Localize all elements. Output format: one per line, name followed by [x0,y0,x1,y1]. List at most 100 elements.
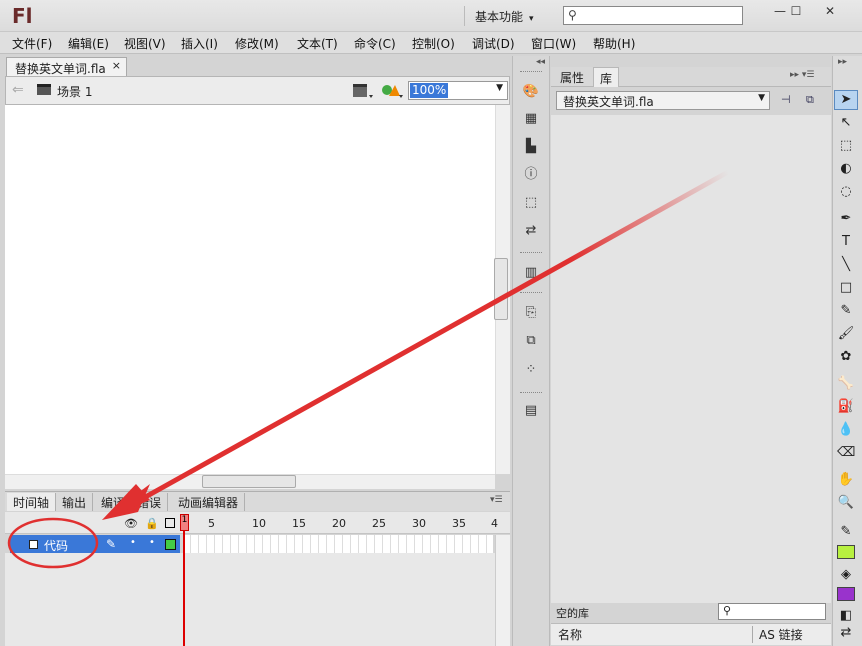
3d-rotation-tool-icon[interactable]: ◐ [837,160,855,178]
collapse-icon[interactable]: ▸▸ [838,57,847,67]
document-tab[interactable]: 替换英文单词.fla × [6,57,127,76]
frame-number: 25 [372,517,386,530]
components-panel-icon[interactable]: ⧉ [522,332,540,350]
column-linkage[interactable]: AS 链接 [752,626,803,643]
transform-panel-icon[interactable]: ⬚ [522,194,540,212]
stroke-color-icon: ✎ [840,524,852,539]
collapse-icon[interactable]: ◂◂ [536,57,545,67]
eye-icon[interactable]: 👁 [124,517,138,530]
tab-output[interactable]: 输出 [56,493,94,511]
swatches-panel-icon[interactable]: ▦ [522,110,540,128]
eyedropper-tool-icon[interactable]: 💧 [837,421,855,439]
frame-number: 20 [332,517,346,530]
subselection-tool-icon[interactable]: ↖ [837,114,855,132]
hand-tool-icon[interactable]: ✋ [837,471,855,489]
eraser-tool-icon[interactable]: ⌫ [837,444,855,462]
timeline-vertical-scrollbar[interactable] [495,535,510,646]
panel-menu-icon[interactable]: ▸▸ ▾☰ [790,70,814,80]
library-content [551,115,831,603]
zoom-tool-icon[interactable]: 🔍 [837,494,855,512]
playhead[interactable]: 1 [180,514,189,531]
project-panel-icon[interactable]: ▤ [522,402,540,420]
motion-presets-icon[interactable]: ⁘ [522,361,540,379]
selection-tool-icon[interactable]: ➤ [837,91,855,109]
menu-file[interactable]: 文件(F) [12,35,52,52]
clapper-icon [37,84,51,95]
layer-outline-color[interactable] [165,539,176,550]
line-tool-icon[interactable]: ╲ [837,256,855,274]
tab-motion-editor[interactable]: 动画编辑器 [172,493,246,511]
component-inspector-icon[interactable]: ⇄ [522,222,540,240]
menu-help[interactable]: 帮助(H) [593,35,635,52]
zoom-select[interactable]: 100% ▼ [408,81,508,100]
workspace-label: 基本功能 [475,10,524,24]
edit-scene-icon[interactable] [352,82,374,103]
tab-library[interactable]: 库 [593,67,620,87]
fill-color-swatch[interactable] [837,587,855,601]
pencil-tool-icon[interactable]: ✎ [837,302,855,320]
panel-menu-icon[interactable]: ▾☰ [490,495,503,505]
dock-grip[interactable] [520,392,542,394]
menu-edit[interactable]: 编辑(E) [68,35,109,52]
default-colors-icon[interactable]: ◧ [837,607,855,625]
back-arrow-icon[interactable]: ⇐ [12,82,24,98]
deco-tool-icon[interactable]: ✿ [837,348,855,366]
swap-colors-icon[interactable]: ⇄ [837,624,855,642]
menu-window[interactable]: 窗口(W) [531,35,576,52]
tab-compiler-errors[interactable]: 编译器错误 [95,493,169,511]
scrollbar-thumb[interactable] [494,258,508,320]
new-library-panel-icon[interactable]: ⧉ [806,93,814,107]
workspace-switcher[interactable]: 基本功能 ▾ [464,6,546,26]
pencil-icon: ✎ [106,537,117,551]
library-document-select[interactable]: 替换英文单词.fla ▼ [556,91,770,110]
lock-icon[interactable]: 🔒 [145,517,159,530]
dock-grip[interactable] [520,71,542,73]
actions-panel-icon[interactable]: ⎘ [522,304,540,322]
maximize-button[interactable]: ☐ [781,2,811,20]
stroke-color-swatch[interactable] [837,545,855,559]
frame-number: 10 [252,517,266,530]
close-icon[interactable]: × [112,59,121,72]
menu-bar: 文件(F) 编辑(E) 视图(V) 插入(I) 修改(M) 文本(T) 命令(C… [0,32,862,54]
outline-icon[interactable] [165,518,175,528]
pin-icon[interactable]: ⊣ [781,93,791,106]
frames-track[interactable] [183,535,493,553]
bone-tool-icon[interactable]: 🦴 [837,375,855,393]
tab-timeline[interactable]: 时间轴 [7,493,57,511]
rectangle-tool-icon[interactable]: □ [837,279,855,297]
layer-name[interactable]: 代码 [44,537,68,554]
scrollbar-thumb[interactable] [202,475,296,488]
text-tool-icon[interactable]: T [837,233,855,251]
empty-library-label: 空的库 [556,607,589,620]
library-panel-icon[interactable]: ▥ [522,264,540,282]
close-button[interactable]: ✕ [815,2,845,20]
lasso-tool-icon[interactable]: ◌ [837,183,855,201]
menu-debug[interactable]: 调试(D) [472,35,515,52]
lock-dot[interactable]: • [149,537,155,548]
frame-number: 5 [208,517,215,530]
dock-grip[interactable] [520,252,542,254]
frame-number: 35 [452,517,466,530]
dock-grip[interactable] [520,292,542,294]
chevron-down-icon: ▼ [496,83,503,93]
column-name[interactable]: 名称 [558,626,582,643]
menu-modify[interactable]: 修改(M) [235,35,279,52]
help-search-input[interactable]: ⚲ [563,6,743,25]
pen-tool-icon[interactable]: ✒ [837,210,855,228]
menu-text[interactable]: 文本(T) [297,35,338,52]
free-transform-tool-icon[interactable]: ⬚ [837,137,855,155]
info-panel-icon[interactable]: ⓘ [522,166,540,184]
brush-tool-icon[interactable]: 🖌 [837,325,855,343]
edit-symbols-icon[interactable] [380,82,404,103]
paint-bucket-tool-icon[interactable]: ⛽ [837,398,855,416]
menu-view[interactable]: 视图(V) [124,35,166,52]
menu-insert[interactable]: 插入(I) [181,35,218,52]
menu-commands[interactable]: 命令(C) [354,35,396,52]
color-panel-icon[interactable]: 🎨 [522,83,540,101]
library-search-input[interactable]: ⚲ [718,603,826,620]
align-panel-icon[interactable]: ▙ [522,138,540,156]
visibility-dot[interactable]: • [130,537,136,548]
stage-canvas[interactable] [5,105,495,474]
tab-properties[interactable]: 属性 [554,67,590,87]
menu-control[interactable]: 控制(O) [412,35,455,52]
